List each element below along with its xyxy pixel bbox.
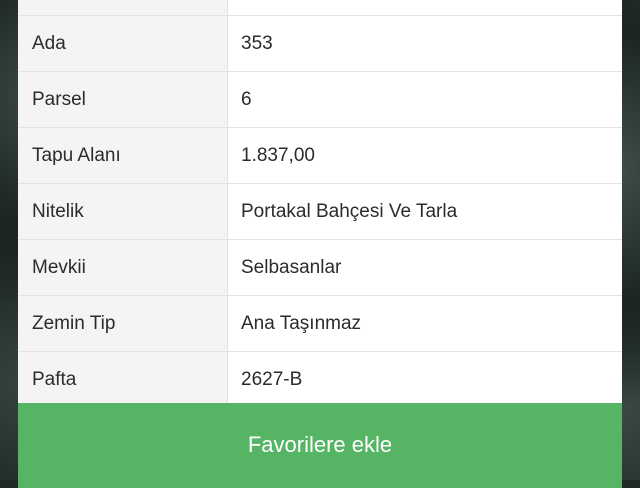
row-label: Zemin Tip — [18, 296, 228, 351]
row-label: Ada — [18, 16, 228, 71]
table-row-ada: Ada 353 — [18, 16, 622, 72]
table-row-zemin-tip: Zemin Tip Ana Taşınmaz — [18, 296, 622, 352]
table-row-tapu-alani: Tapu Alanı 1.837,00 — [18, 128, 622, 184]
row-label: Pafta — [18, 352, 228, 407]
row-label: Mevkii — [18, 240, 228, 295]
table-row-nitelik: Nitelik Portakal Bahçesi Ve Tarla — [18, 184, 622, 240]
table-row-pafta: Pafta 2627-B — [18, 352, 622, 408]
property-details-table: Ada 353 Parsel 6 Tapu Alanı 1.837,00 Nit… — [18, 0, 622, 408]
row-value: 1.837,00 — [228, 128, 622, 183]
row-value: 6 — [228, 72, 622, 127]
table-row-parsel: Parsel 6 — [18, 72, 622, 128]
row-value — [228, 0, 622, 15]
add-to-favorites-button[interactable]: Favorilere ekle — [18, 403, 622, 488]
row-label — [18, 0, 228, 15]
row-value: 353 — [228, 16, 622, 71]
row-label: Parsel — [18, 72, 228, 127]
row-value: 2627-B — [228, 352, 622, 407]
row-value: Selbasanlar — [228, 240, 622, 295]
row-value: Portakal Bahçesi Ve Tarla — [228, 184, 622, 239]
row-label: Tapu Alanı — [18, 128, 228, 183]
row-label: Nitelik — [18, 184, 228, 239]
row-value: Ana Taşınmaz — [228, 296, 622, 351]
table-row-mevkii: Mevkii Selbasanlar — [18, 240, 622, 296]
table-row — [18, 0, 622, 16]
